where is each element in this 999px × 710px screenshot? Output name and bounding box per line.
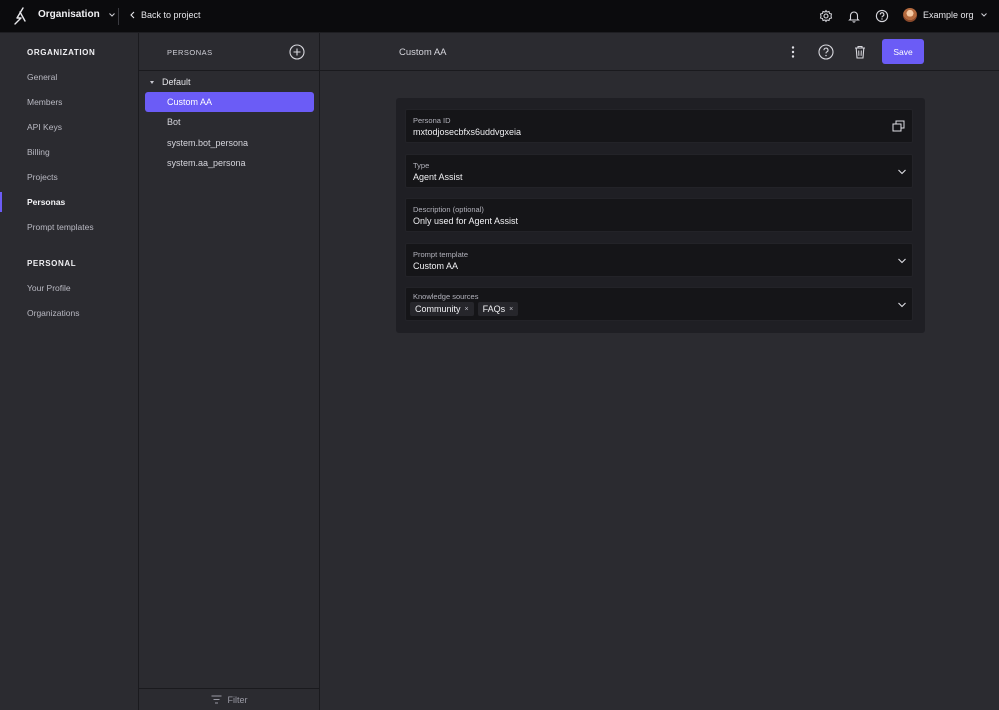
caret-down-icon <box>150 80 154 84</box>
persona-detail-title: Custom AA <box>399 47 447 58</box>
app-logo-icon[interactable] <box>11 7 29 25</box>
knowledge-sources-select[interactable]: Knowledge sources Community × FAQs × <box>405 287 913 321</box>
chevron-down-icon <box>898 258 906 264</box>
settings-sidebar: ORGANIZATION General Members API Keys Bi… <box>0 33 139 710</box>
filter-icon <box>211 695 221 704</box>
avatar <box>903 8 917 22</box>
knowledge-source-chip: FAQs × <box>477 302 519 316</box>
organization-section-heading: ORGANIZATION <box>27 48 96 57</box>
chevron-left-icon <box>130 11 135 19</box>
sidebar-item-general[interactable]: General <box>0 67 138 87</box>
persona-group-default[interactable]: Default <box>149 77 191 87</box>
knowledge-source-chip: Community × <box>410 302 474 316</box>
filter-label: Filter <box>227 694 248 705</box>
prompt-template-value: Custom AA <box>413 261 459 271</box>
description-input[interactable]: Description (optional) Only used for Age… <box>405 198 913 232</box>
knowledge-source-chips: Community × FAQs × <box>410 302 519 316</box>
persona-id-value: mxtodjosecbfxs6uddvgxeia <box>413 127 522 137</box>
help-question-icon[interactable] <box>875 9 889 23</box>
personas-panel-header: PERSONAS <box>139 33 319 71</box>
sidebar-item-your-profile[interactable]: Your Profile <box>0 278 138 298</box>
help-question-icon[interactable] <box>818 44 834 60</box>
save-button[interactable]: Save <box>882 39 924 64</box>
personas-panel: PERSONAS Default Custom AA Bot system.bo… <box>139 33 320 710</box>
sidebar-item-personas[interactable]: Personas <box>0 192 138 212</box>
persona-id-field: Persona ID mxtodjosecbfxs6uddvgxeia <box>405 109 913 143</box>
remove-chip-icon[interactable]: × <box>509 306 513 313</box>
personal-section-heading: PERSONAL <box>27 259 77 268</box>
delete-trash-icon[interactable] <box>852 44 868 60</box>
back-to-project-label: Back to project <box>141 10 201 20</box>
chip-label: Community <box>415 304 461 314</box>
prompt-template-label: Prompt template <box>413 250 469 259</box>
persona-detail-header: Custom AA Save <box>320 33 999 71</box>
persona-id-label: Persona ID <box>413 116 451 125</box>
persona-form-card: Persona ID mxtodjosecbfxs6uddvgxeia Type… <box>396 98 925 333</box>
back-to-project-link[interactable]: Back to project <box>129 10 201 20</box>
sidebar-item-api-keys[interactable]: API Keys <box>0 117 138 137</box>
type-label: Type <box>413 161 430 170</box>
persona-item-system-aa-persona[interactable]: system.aa_persona <box>145 153 314 173</box>
persona-item-bot[interactable]: Bot <box>145 112 314 132</box>
organisation-switcher[interactable]: Organisation <box>38 9 116 20</box>
sidebar-item-prompt-templates[interactable]: Prompt templates <box>0 217 138 237</box>
chevron-down-icon <box>898 169 906 175</box>
type-select[interactable]: Type Agent Assist <box>405 154 913 188</box>
chip-label: FAQs <box>482 304 506 314</box>
persona-item-system-bot-persona[interactable]: system.bot_persona <box>145 133 314 153</box>
chevron-down-icon <box>108 12 115 17</box>
persona-item-custom-aa[interactable]: Custom AA <box>145 92 314 112</box>
filter-button[interactable]: Filter <box>139 688 319 710</box>
account-menu[interactable]: Example org <box>903 8 988 22</box>
sidebar-item-projects[interactable]: Projects <box>0 167 138 187</box>
top-bar: Organisation Back to project Example org <box>0 0 999 33</box>
persona-detail-body: Persona ID mxtodjosecbfxs6uddvgxeia Type… <box>320 71 999 710</box>
knowledge-sources-label: Knowledge sources <box>413 292 479 301</box>
sidebar-item-billing[interactable]: Billing <box>0 142 138 162</box>
description-label: Description (optional) <box>413 205 484 214</box>
more-options-icon[interactable] <box>785 44 801 60</box>
sidebar-item-members[interactable]: Members <box>0 92 138 112</box>
topbar-divider <box>118 8 119 25</box>
type-value: Agent Assist <box>413 172 463 182</box>
description-value: Only used for Agent Assist <box>413 216 519 226</box>
account-name: Example org <box>923 10 974 20</box>
personas-panel-title: PERSONAS <box>167 48 213 57</box>
sidebar-item-organizations[interactable]: Organizations <box>0 303 138 323</box>
notifications-bell-icon[interactable] <box>847 9 861 23</box>
chevron-down-icon <box>898 302 906 308</box>
copy-icon[interactable] <box>892 120 905 133</box>
organisation-switcher-label: Organisation <box>38 9 100 20</box>
chevron-down-icon <box>980 13 987 17</box>
settings-gear-icon[interactable] <box>819 9 833 23</box>
persona-group-label: Default <box>162 77 191 87</box>
remove-chip-icon[interactable]: × <box>465 306 469 313</box>
add-persona-plus-icon[interactable] <box>289 44 305 60</box>
prompt-template-select[interactable]: Prompt template Custom AA <box>405 243 913 277</box>
